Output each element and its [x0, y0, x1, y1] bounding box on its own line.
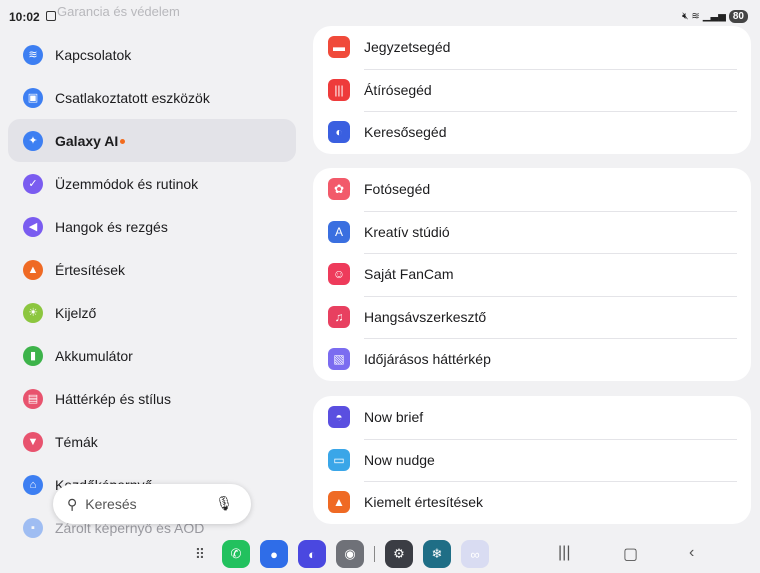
feature-row[interactable]: ▭ Now nudge [313, 438, 751, 482]
modes-icon: ✓ [23, 173, 43, 194]
feature-label: Átírósegéd [364, 81, 432, 98]
feature-label: Fotósegéd [364, 181, 431, 198]
search-icon: ⚲ [67, 495, 78, 512]
feature-row[interactable]: ✿ Fotósegéd [313, 168, 751, 211]
sidebar-item-5[interactable]: ▲ Értesítések [8, 248, 296, 291]
sidebar-item-label: Kapcsolatok [55, 46, 132, 63]
feature-label: Now brief [364, 409, 424, 426]
screenshot-icon [46, 11, 56, 21]
display-icon: ☀ [23, 302, 43, 323]
app-drawer-icon[interactable]: ⠿ [192, 546, 208, 562]
camera-app-icon[interactable]: ◉ [336, 540, 364, 568]
new-badge [120, 138, 126, 144]
sidebar-item-label: Akkumulátor [55, 347, 133, 364]
feature-row[interactable]: ◐ Keresősegéd [313, 111, 751, 154]
wifi-icon: ≋ [691, 11, 700, 22]
settings-category-list: ≋ Kapcsolatok ▣ Csatlakoztatott eszközök ✦ Ga… [8, 33, 296, 549]
devices-icon: ▣ [23, 87, 43, 108]
sidebar-item-8[interactable]: ▤ Háttérkép és stílus [8, 377, 296, 420]
sidebar-item-9[interactable]: ▼ Témák [8, 420, 296, 463]
sidebar-item-1[interactable]: ▣ Csatlakoztatott eszközök [8, 76, 296, 119]
sound-icon: ◀ [23, 216, 43, 237]
microphone-icon[interactable]: 🎙︎ [215, 495, 233, 512]
sidebar-item-label: Kijelző [55, 304, 97, 321]
sidebar-item-0[interactable]: ≋ Kapcsolatok [8, 33, 296, 76]
creative-studio-icon: A [328, 220, 350, 243]
scrolled-item-label: Garancia és védelem [57, 4, 180, 19]
sidebar-item-label: Üzemmódok és rutinok [55, 175, 199, 192]
messages-app-icon[interactable]: ● [260, 540, 288, 568]
notification-icon: ▲ [23, 259, 43, 280]
feature-row[interactable]: ◓ Now brief [313, 396, 751, 439]
recent-apps-button[interactable]: ||| [558, 544, 570, 562]
internet-app-icon[interactable]: ◐ [298, 540, 326, 568]
snowflake-app-icon[interactable]: ❄ [423, 540, 451, 568]
feature-row[interactable]: ▬ Jegyzetsegéd [313, 26, 751, 69]
browsing-assist-icon: ◐ [328, 121, 350, 144]
audio-eraser-icon: ♫ [328, 305, 350, 328]
now-nudge-icon: ▭ [328, 448, 350, 471]
status-bar: 10:02 Garancia és védelem 🔇︎ ≋ ▁▃▅ 80 [0, 0, 760, 28]
sidebar-item-4[interactable]: ◀ Hangok és rezgés [8, 205, 296, 248]
sidebar-item-6[interactable]: ☀ Kijelző [8, 291, 296, 334]
search-bar[interactable]: ⚲ Keresés 🎙︎ [53, 484, 251, 524]
sidebar-item-label: Témák [55, 433, 98, 450]
home-button[interactable]: ▢ [623, 544, 638, 564]
home-icon: ⌂ [23, 474, 43, 495]
themes-icon: ▼ [23, 431, 43, 452]
feature-row[interactable]: ▲ Kiemelt értesítések [313, 481, 751, 524]
feature-label: Saját FanCam [364, 266, 454, 283]
galaxy-ai-icon: ✦ [23, 130, 43, 151]
sidebar-item-label: Értesítések [55, 261, 126, 278]
highlighted-notification-icon: ▲ [328, 491, 350, 514]
battery-icon: ▮ [23, 345, 43, 366]
multiwindow-app-icon[interactable]: ∞ [461, 540, 489, 568]
fancam-icon: ☺ [328, 263, 350, 286]
signal-icon: ▁▃▅ [702, 11, 726, 22]
taskbar-apps: ⠿ ✆ ● ◐ ◉ ⚙ ❄ ∞ [192, 538, 489, 570]
sidebar-item-2[interactable]: ✦ Galaxy AI [8, 119, 296, 162]
sidebar-item-7[interactable]: ▮ Akkumulátor [8, 334, 296, 377]
settings-app-icon[interactable]: ⚙ [385, 540, 413, 568]
now-brief-icon: ◓ [328, 406, 350, 429]
feature-card-1: ✿ Fotósegéd A Kreatív stúdió ☺ Saját FanCam ♫ H… [313, 168, 751, 381]
status-icons: 🔇︎ ≋ ▁▃▅ 80 [682, 10, 748, 23]
wifi-icon: ≋ [23, 44, 43, 65]
feature-label: Kiemelt értesítések [364, 494, 484, 511]
feature-row[interactable]: ▧ Időjárásos háttérkép [313, 338, 751, 381]
sidebar-item-3[interactable]: ✓ Üzemmódok és rutinok [8, 162, 296, 205]
taskbar: ⠿ ✆ ● ◐ ◉ ⚙ ❄ ∞ ||| ▢ ‹ [0, 536, 760, 573]
lock-icon: ▪ [23, 517, 43, 538]
taskbar-divider [374, 546, 375, 562]
feature-row[interactable]: ||| Átírósegéd [313, 68, 751, 112]
sidebar-item-label: Csatlakoztatott eszközök [55, 89, 210, 106]
sidebar-item-label: Háttérkép és stílus [55, 390, 171, 407]
feature-label: Now nudge [364, 451, 435, 468]
feature-label: Jegyzetsegéd [364, 39, 451, 56]
clock: 10:02 [9, 10, 40, 24]
mute-icon: 🔇︎ [682, 11, 689, 22]
feature-card-0: ▬ Jegyzetsegéd ||| Átírósegéd ◐ Keresősegéd [313, 26, 751, 154]
back-button[interactable]: ‹ [689, 544, 694, 562]
wallpaper-icon: ▤ [23, 388, 43, 409]
feature-label: Időjárásos háttérkép [364, 351, 491, 368]
feature-label: Keresősegéd [364, 124, 447, 141]
battery-indicator: 80 [728, 10, 748, 23]
transcript-assist-icon: ||| [328, 78, 350, 101]
sidebar-item-label: Hangok és rezgés [55, 218, 168, 235]
feature-row[interactable]: A Kreatív stúdió [313, 210, 751, 254]
phone-app-icon[interactable]: ✆ [222, 540, 250, 568]
photo-assist-icon: ✿ [328, 178, 350, 201]
search-placeholder: Keresés [85, 496, 137, 512]
feature-label: Kreatív stúdió [364, 223, 450, 240]
weather-wallpaper-icon: ▧ [328, 348, 350, 371]
feature-label: Hangsávszerkesztő [364, 308, 487, 325]
feature-row[interactable]: ☺ Saját FanCam [313, 253, 751, 296]
feature-card-2: ◓ Now brief ▭ Now nudge ▲ Kiemelt értesítések [313, 396, 751, 524]
sidebar-item-label: Galaxy AI [55, 132, 119, 149]
notes-assist-icon: ▬ [328, 36, 350, 59]
feature-row[interactable]: ♫ Hangsávszerkesztő [313, 295, 751, 339]
